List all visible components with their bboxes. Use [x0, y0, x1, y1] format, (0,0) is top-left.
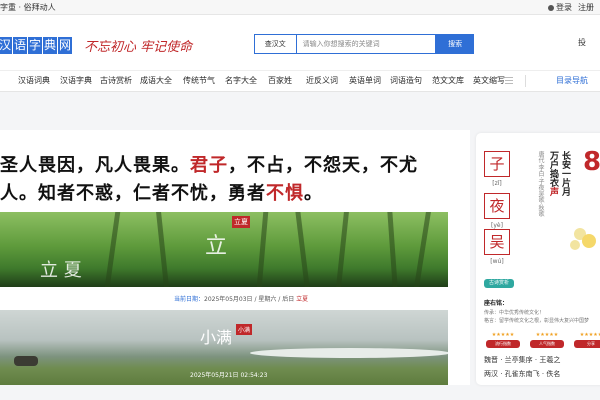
nav-item-english-words[interactable]: 英语单词	[349, 71, 381, 91]
solar-term-image-lixia[interactable]: 立 立夏 立 夏	[0, 212, 448, 287]
title-char-2[interactable]: 夜	[484, 193, 510, 219]
buffalo-shape	[14, 356, 38, 366]
nav-item-essays[interactable]: 范文文库	[432, 71, 464, 91]
nav-item-zidian[interactable]: 汉语字典	[60, 71, 92, 91]
nav-item-surnames[interactable]: 百家姓	[268, 71, 292, 91]
daily-quote: 圣人畏因，凡人畏果。君子，不占，不怨天，不尤 人。知者不惑，仁者不忧，勇者不惧。	[0, 152, 418, 208]
search-bar: 查汉文 请输入你想搜索的关键词 搜索	[254, 34, 474, 54]
directory-link[interactable]: 目录导航	[556, 71, 588, 91]
nav-item-poems[interactable]: 古诗赏析	[100, 71, 132, 91]
search-category-select[interactable]: 查汉文	[254, 34, 296, 54]
title-char-3[interactable]: 吴	[484, 229, 510, 255]
recommend-item-2[interactable]: 两汉 · 孔雀东南飞 · 佚名	[484, 369, 560, 379]
main-nav: 汉语词典 汉语字典 古诗赏析 成语大全 传统节气 名字大全 百家姓 近反义词 英…	[0, 70, 600, 92]
recommend-item-1[interactable]: 魏晋 · 兰亭集序 · 王羲之	[484, 355, 560, 365]
title-pinyin-3: [wú]	[490, 258, 504, 265]
header-right-link[interactable]: 投	[578, 37, 586, 48]
rating-popularity: ★★★★★ 流行指数	[486, 332, 520, 348]
motto-line-1: 传承：中华优秀传统文化！	[484, 310, 545, 316]
site-logo[interactable]: 汉 语 字 典 网	[0, 37, 73, 54]
quote-line-1: 圣人畏因，凡人畏果。君子，不占，不怨天，不尤	[0, 155, 418, 176]
site-header: 汉 语 字 典 网 不忘初心 牢记使命 查汉文 请输入你想搜索的关键词 搜索 投	[0, 15, 600, 70]
star-icon: ★★★★★	[579, 332, 600, 338]
nav-item-synonyms[interactable]: 近反义词	[306, 71, 338, 91]
image2-title: 小满	[200, 328, 233, 347]
quote-line-2: 人。知者不惑，仁者不忧，勇者不惧。	[0, 183, 323, 204]
nav-item-dict[interactable]: 汉语词典	[18, 71, 50, 91]
user-icon	[548, 4, 554, 11]
register-link[interactable]: 注册	[578, 0, 594, 15]
current-date: 当前日期：2025年05月03日 / 星期六 / 后日 立夏	[174, 296, 309, 303]
rating-share: ★★★★★ 分享	[574, 332, 600, 348]
solar-term-image-xiaoman[interactable]: 小满 小满 2025年05月21日 02:54:23	[0, 310, 448, 385]
motto-line-2: 格言：留学传统文化之根，彰显伟大复兴中国梦	[484, 318, 590, 324]
poem-line-2: 长安一片月	[560, 151, 570, 196]
image1-caption: 立 夏	[40, 260, 82, 281]
nav-item-names[interactable]: 名字大全	[225, 71, 257, 91]
image2-stamp: 小满	[236, 324, 253, 335]
title-pinyin-1: [zǐ]	[492, 180, 502, 187]
rating-hot: ★★★★★ 人气指数	[530, 332, 564, 348]
search-input[interactable]: 请输入你想搜索的关键词	[295, 34, 437, 54]
nav-item-sentences[interactable]: 词语造句	[390, 71, 422, 91]
image1-stamp: 立夏	[232, 216, 250, 228]
nav-item-idioms[interactable]: 成语大全	[140, 71, 172, 91]
title-char-1[interactable]: 子	[484, 151, 510, 177]
calendar-day: 8	[583, 147, 600, 177]
image2-timestamp: 2025年05月21日 02:54:23	[190, 372, 268, 379]
nav-item-solar-terms[interactable]: 传统节气	[183, 71, 215, 91]
poem-author-vertical: 唐代·李白·子夜吴歌·秋歌	[537, 151, 544, 217]
nav-item-abbreviations[interactable]: 英文缩写	[473, 71, 505, 91]
flower-icon	[568, 220, 600, 260]
rating-row: ★★★★★ 流行指数 ★★★★★ 人气指数 ★★★★★ 分享	[486, 332, 600, 348]
motto-title: 座右铭：	[484, 300, 509, 307]
star-icon: ★★★★★	[535, 332, 559, 338]
star-icon: ★★★★★	[491, 332, 515, 338]
top-bar-actions: 登录 注册	[548, 0, 594, 15]
title-pinyin-2: [yè]	[491, 222, 503, 229]
nav-divider	[525, 75, 526, 87]
poem-line-1: 万户捣衣声	[548, 151, 558, 196]
image1-big-char: 立	[205, 234, 228, 259]
search-button[interactable]: 搜索	[436, 34, 474, 54]
top-bar: 字重 · 俗拜动人 登录 注册	[0, 0, 600, 15]
menu-grid-icon[interactable]	[504, 77, 514, 85]
top-bar-greeting: 字重 · 俗拜动人	[0, 3, 56, 12]
poem-tag[interactable]: 古诗赏析	[484, 279, 514, 288]
site-slogan: 不忘初心 牢记使命	[84, 40, 193, 55]
login-link[interactable]: 登录	[548, 0, 572, 15]
